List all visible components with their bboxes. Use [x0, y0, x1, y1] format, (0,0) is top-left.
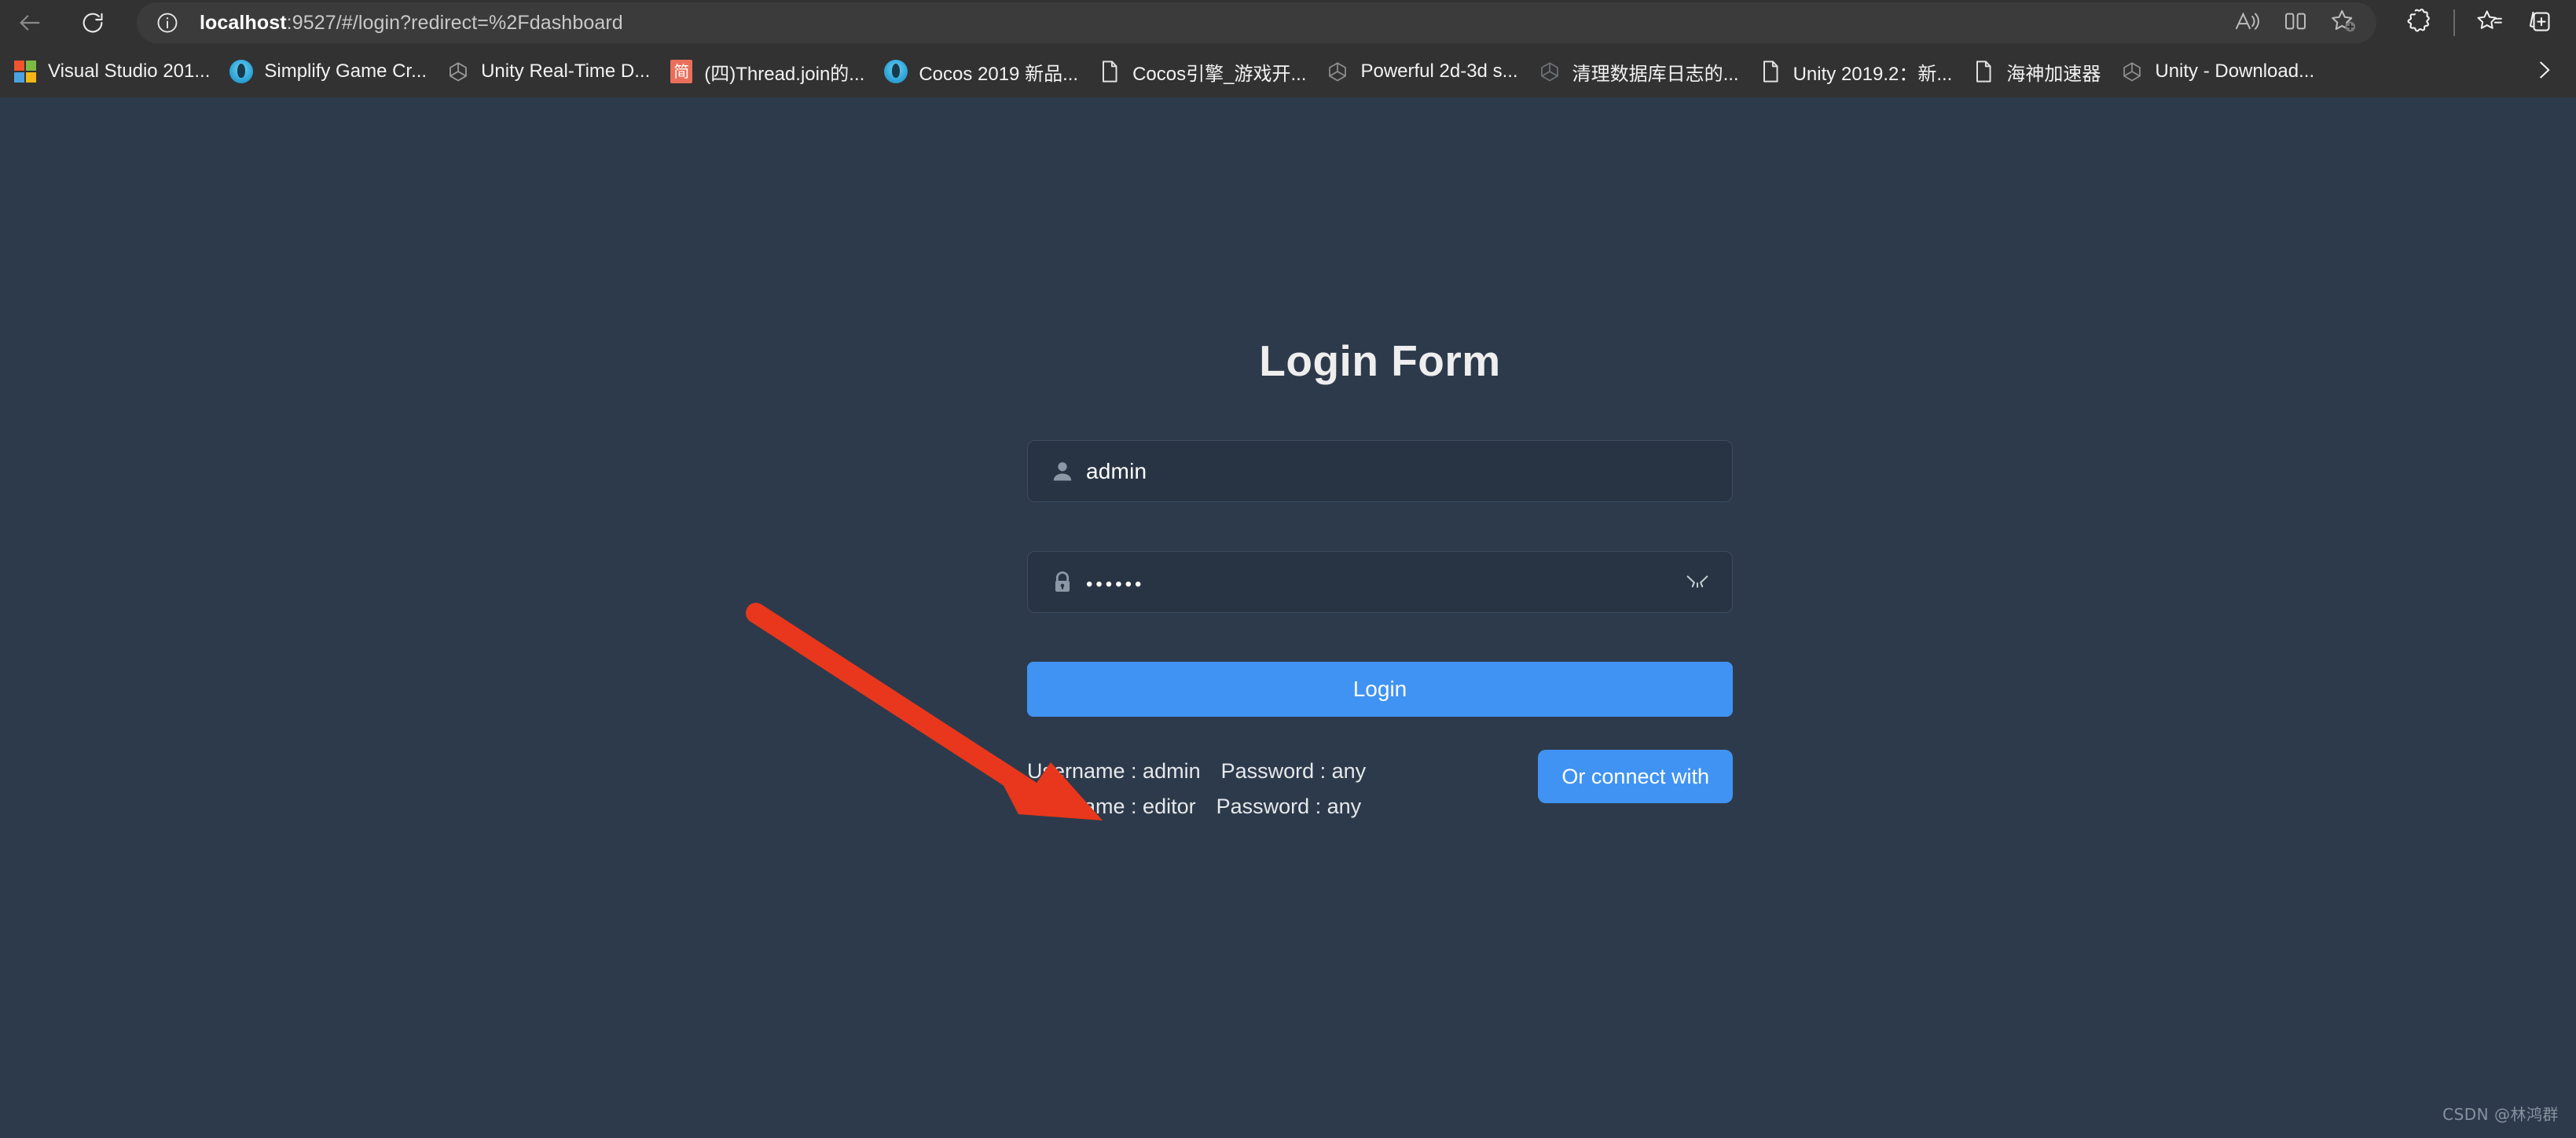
bookmark-label: Unity Real-Time D... — [481, 61, 650, 83]
read-aloud-icon — [2233, 9, 2260, 38]
bookmark-item[interactable]: Simplify Game Cr... — [219, 53, 436, 90]
bookmark-item[interactable]: Visual Studio 201... — [3, 53, 219, 90]
login-button[interactable]: Login — [1027, 662, 1733, 717]
bookmark-label: 海神加速器 — [2006, 58, 2101, 86]
bookmark-label: Unity - Download... — [2155, 61, 2314, 83]
bookmarks-overflow-button[interactable] — [2526, 53, 2562, 90]
favorites-icon — [2476, 9, 2504, 38]
password-field[interactable]: •••••• — [1027, 551, 1733, 613]
url-path: :9527/#/login?redirect=%2Fdashboard — [287, 12, 623, 34]
address-bar-actions — [2222, 2, 2376, 43]
document-icon — [1097, 59, 1122, 84]
unity-icon — [2119, 59, 2145, 84]
toolbar-divider — [2453, 9, 2455, 36]
bookmark-label: Cocos引擎_游戏开... — [1132, 58, 1306, 86]
bookmark-label: Simplify Game Cr... — [264, 61, 427, 83]
add-favorite-button[interactable] — [2320, 2, 2369, 43]
login-form: Login Form admin •••••• — [1027, 336, 1733, 830]
hint-username: Username : admin — [1027, 759, 1201, 783]
bookmark-item[interactable]: Unity Real-Time D... — [436, 53, 659, 90]
document-icon — [1758, 59, 1783, 84]
bookmark-item[interactable]: Cocos 2019 新品... — [874, 53, 1088, 90]
split-screen-icon — [2283, 9, 2308, 38]
bookmark-item[interactable]: Powerful 2d-3d s... — [1316, 53, 1527, 90]
bookmark-item[interactable]: 清理数据库日志的... — [1528, 53, 1749, 90]
or-connect-with-button[interactable]: Or connect with — [1538, 750, 1733, 803]
password-input-value[interactable]: •••••• — [1086, 571, 1674, 594]
unity-icon — [1325, 59, 1350, 84]
jianshu-icon: 简 — [669, 59, 694, 84]
hint-username: Username : editor — [1027, 795, 1196, 818]
bookmark-label: Cocos 2019 新品... — [919, 58, 1078, 86]
bookmark-label: 清理数据库日志的... — [1572, 58, 1739, 86]
bookmark-item[interactable]: 简 (四)Thread.join的... — [659, 53, 874, 90]
reload-button[interactable] — [69, 4, 116, 42]
username-input-value[interactable]: admin — [1086, 459, 1732, 484]
bookmark-item[interactable]: Cocos引擎_游戏开... — [1088, 53, 1316, 90]
bookmark-item[interactable]: 海神加速器 — [1961, 53, 2110, 90]
hint-line: Username : admin Password : any — [1027, 759, 1366, 784]
login-page: Login Form admin •••••• — [0, 97, 2576, 1136]
bookmark-label: Visual Studio 201... — [48, 61, 210, 83]
password-visibility-toggle[interactable] — [1674, 570, 1721, 594]
favorites-button[interactable] — [2466, 2, 2515, 43]
hint-password: Password : any — [1221, 759, 1367, 783]
bookmarks-bar: Visual Studio 201... Simplify Game Cr...… — [0, 46, 2576, 97]
browser-toolbar: localhost:9527/#/login?redirect=%2Fdashb… — [0, 0, 2576, 46]
page-title: Login Form — [1027, 336, 1733, 386]
lock-icon — [1039, 570, 1086, 595]
eye-closed-icon — [1684, 570, 1711, 594]
url-host: localhost — [200, 12, 287, 34]
visual-studio-icon — [13, 59, 38, 84]
read-aloud-button[interactable] — [2222, 2, 2271, 43]
collections-icon — [2526, 8, 2552, 39]
split-screen-button[interactable] — [2271, 2, 2320, 43]
username-field[interactable]: admin — [1027, 440, 1733, 502]
reload-icon — [80, 10, 105, 35]
address-bar[interactable]: localhost:9527/#/login?redirect=%2Fdashb… — [137, 2, 2222, 43]
bookmark-label: (四)Thread.join的... — [704, 58, 864, 86]
back-button[interactable] — [6, 4, 53, 42]
bookmark-label: Unity 2019.2：新... — [1793, 58, 1953, 86]
cocos-icon — [883, 59, 908, 84]
login-hints: Username : admin Password : any Username … — [1027, 748, 1733, 830]
chevron-right-icon — [2532, 58, 2556, 86]
hint-line: Username : editor Password : any — [1027, 795, 1366, 819]
bookmark-item[interactable]: Unity - Download... — [2110, 53, 2324, 90]
address-bar-url[interactable]: localhost:9527/#/login?redirect=%2Fdashb… — [200, 12, 623, 35]
document-icon — [1971, 59, 1996, 84]
browser-chrome: localhost:9527/#/login?redirect=%2Fdashb… — [0, 0, 2576, 97]
hint-password: Password : any — [1216, 795, 1362, 818]
chrome-actions — [2376, 2, 2563, 43]
credentials-hint-block: Username : admin Password : any Username … — [1027, 748, 1366, 830]
bookmark-label: Powerful 2d-3d s... — [1360, 61, 1517, 83]
extensions-icon — [2405, 8, 2431, 39]
unity-icon — [446, 59, 471, 84]
watermark: CSDN @林鸿群 — [2442, 1102, 2559, 1125]
site-info-icon[interactable] — [156, 11, 179, 35]
collections-button[interactable] — [2515, 2, 2563, 43]
cocos-icon — [229, 59, 254, 84]
bookmark-item[interactable]: Unity 2019.2：新... — [1749, 53, 1962, 90]
add-favorite-icon — [2330, 8, 2358, 39]
unity-icon — [1537, 59, 1562, 84]
extensions-button[interactable] — [2394, 2, 2442, 43]
back-arrow-icon — [17, 9, 43, 36]
user-icon — [1039, 459, 1086, 484]
